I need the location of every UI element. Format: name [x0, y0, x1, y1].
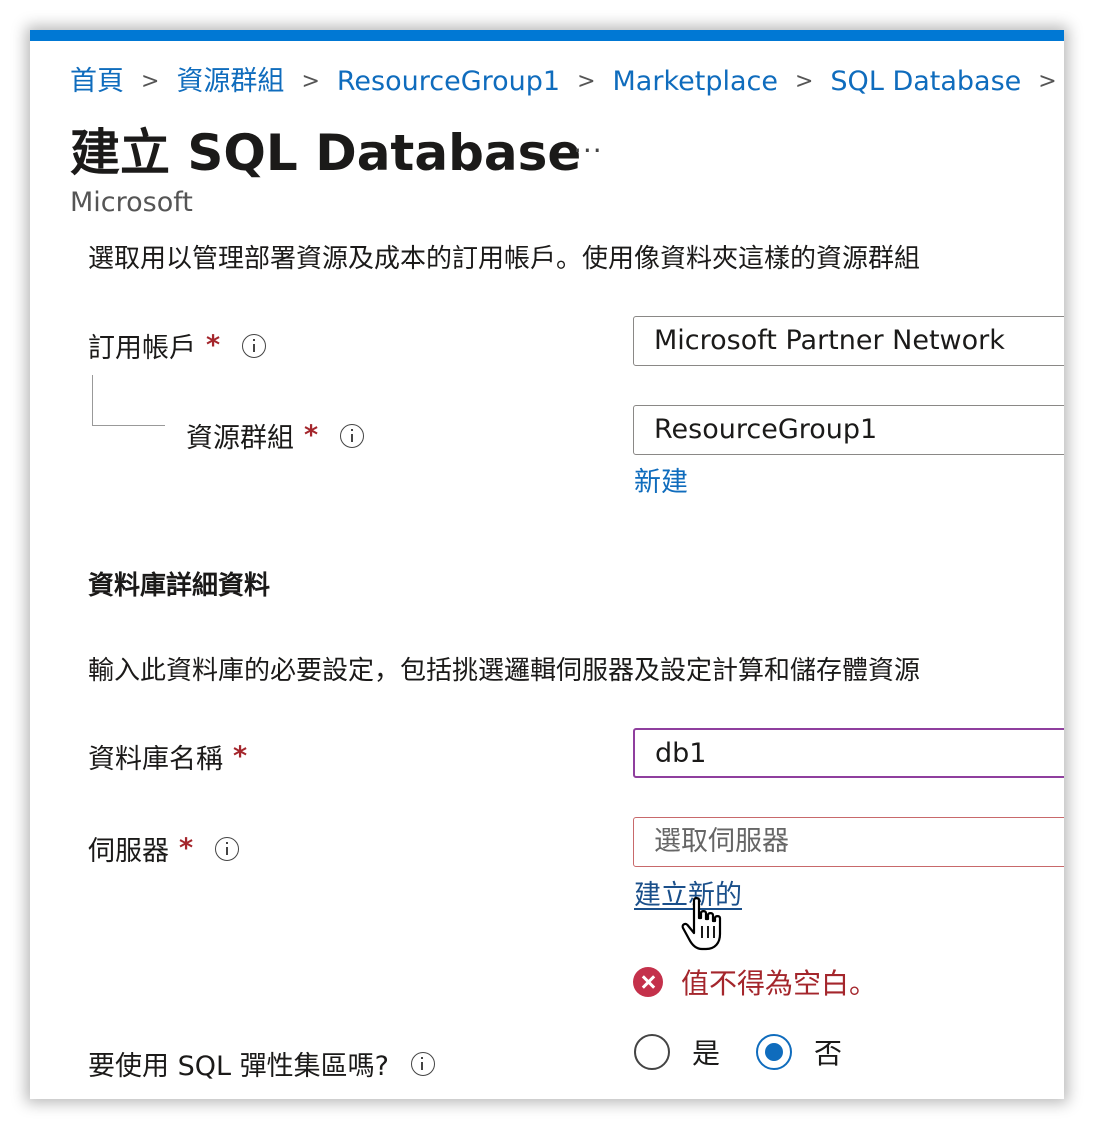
database-name-label: 資料庫名稱 *	[88, 737, 247, 776]
database-details-description: 輸入此資料庫的必要設定，包括挑選邏輯伺服器及設定計算和儲存體資源	[88, 656, 921, 686]
elastic-pool-radio-group: 是 否	[634, 1032, 878, 1072]
breadcrumb-home[interactable]: 首頁	[70, 66, 124, 97]
database-name-label-text: 資料庫名稱	[88, 744, 223, 775]
radio-label-yes: 是	[692, 1037, 721, 1070]
chevron-right-icon: >	[1038, 69, 1057, 94]
server-label: 伺服器 *	[88, 829, 240, 868]
elastic-pool-label-text: 要使用 SQL 彈性集區嗎?	[88, 1051, 389, 1082]
chevron-right-icon: >	[141, 69, 160, 94]
server-label-text: 伺服器	[88, 836, 169, 867]
create-new-resource-group-link[interactable]: 新建	[634, 460, 688, 499]
portal-top-accent-bar	[30, 30, 1064, 41]
subscription-description: 選取用以管理部署資源及成本的訂用帳戶。使用像資料夾這樣的資源群組	[88, 244, 921, 274]
chevron-right-icon: >	[577, 69, 596, 94]
required-mark: *	[179, 833, 194, 864]
required-mark: *	[304, 420, 319, 451]
chevron-right-icon: >	[301, 69, 320, 94]
radio-label-no: 否	[814, 1037, 843, 1070]
page-title: 建立 SQL Database	[70, 124, 582, 182]
resource-group-dropdown[interactable]: ResourceGroup1	[633, 405, 1064, 455]
info-icon[interactable]	[242, 333, 267, 358]
elastic-pool-yes-radio[interactable]	[634, 1034, 670, 1070]
breadcrumb-resourcegroup1[interactable]: ResourceGroup1	[337, 66, 560, 97]
breadcrumb-marketplace[interactable]: Marketplace	[613, 66, 778, 97]
create-sql-database-blade: 首頁 > 資源群組 > ResourceGroup1 > Marketplace > SQL D…	[30, 30, 1064, 1099]
info-icon[interactable]	[340, 423, 365, 448]
server-validation-error: 值不得為空白。	[633, 962, 877, 1002]
info-icon[interactable]	[215, 836, 240, 861]
error-icon	[633, 967, 663, 997]
publisher-name: Microsoft	[70, 187, 193, 218]
resource-group-label-text: 資源群組	[186, 423, 294, 454]
more-options-button[interactable]: ···	[573, 134, 603, 167]
subscription-label: 訂用帳戶 *	[88, 326, 267, 365]
server-dropdown[interactable]: 選取伺服器	[633, 817, 1064, 867]
elastic-pool-label: 要使用 SQL 彈性集區嗎?	[88, 1044, 435, 1083]
info-icon[interactable]	[410, 1051, 435, 1076]
breadcrumb-resource-groups[interactable]: 資源群組	[176, 66, 284, 97]
required-mark: *	[206, 330, 221, 361]
subscription-dropdown[interactable]: Microsoft Partner Network	[633, 316, 1064, 366]
elastic-pool-no-radio[interactable]	[756, 1034, 793, 1070]
breadcrumb: 首頁 > 資源群組 > ResourceGroup1 > Marketplace > SQL D…	[70, 64, 1064, 102]
breadcrumb-sql-database[interactable]: SQL Database	[830, 66, 1021, 97]
subscription-label-text: 訂用帳戶	[88, 333, 196, 364]
database-name-input[interactable]: db1	[633, 728, 1064, 778]
database-details-heading: 資料庫詳細資料	[88, 571, 271, 601]
required-mark: *	[233, 741, 248, 772]
hand-pointer-cursor	[681, 897, 722, 951]
chevron-right-icon: >	[794, 69, 814, 94]
server-error-text: 值不得為空白。	[681, 967, 878, 1000]
resource-group-label: 資源群組 *	[186, 416, 365, 455]
hierarchy-connector	[92, 375, 165, 426]
